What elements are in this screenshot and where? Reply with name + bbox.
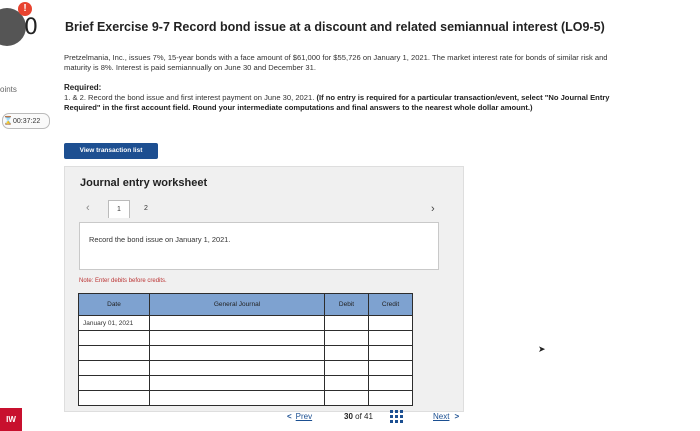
debit-cell[interactable] bbox=[324, 375, 369, 391]
table-row bbox=[78, 345, 413, 361]
worksheet-title: Journal entry worksheet bbox=[80, 177, 208, 189]
account-cell[interactable] bbox=[149, 360, 325, 376]
timer: ⌛00:37:22 bbox=[2, 113, 50, 129]
timer-value: 00:37:22 bbox=[13, 118, 41, 125]
date-cell[interactable] bbox=[78, 360, 150, 376]
date-cell[interactable] bbox=[78, 345, 150, 361]
chevron-left-icon: < bbox=[287, 412, 292, 421]
instruction-box bbox=[79, 222, 439, 270]
table-row bbox=[78, 375, 413, 391]
required-text: 1. & 2. Record the bond issue and first … bbox=[64, 93, 639, 112]
tab-2[interactable]: 2 bbox=[136, 200, 156, 217]
date-cell[interactable] bbox=[78, 390, 150, 406]
prev-button[interactable]: < Prev bbox=[287, 412, 312, 421]
col-credit: Credit bbox=[368, 293, 413, 316]
col-date: Date bbox=[78, 293, 150, 316]
next-label: Next bbox=[433, 412, 450, 421]
account-cell[interactable] bbox=[149, 390, 325, 406]
view-transaction-list-button[interactable]: View transaction list bbox=[64, 143, 158, 159]
alert-icon: ! bbox=[18, 2, 32, 16]
chevron-left-icon[interactable]: ‹ bbox=[86, 202, 90, 214]
brand-badge: IW bbox=[0, 408, 22, 431]
credit-cell[interactable] bbox=[368, 345, 413, 361]
problem-intro: Pretzelmania, Inc., issues 7%, 15-year b… bbox=[64, 53, 608, 72]
journal-table: Date General Journal Debit Credit Januar… bbox=[78, 293, 413, 406]
chevron-right-icon: > bbox=[454, 412, 460, 421]
left-rail bbox=[0, 0, 50, 431]
account-cell[interactable] bbox=[149, 330, 325, 346]
credit-cell[interactable] bbox=[368, 360, 413, 376]
required-plain: 1. & 2. Record the bond issue and first … bbox=[64, 93, 315, 102]
score-value: 0 bbox=[24, 15, 38, 40]
current-page: 30 bbox=[344, 412, 353, 421]
mouse-cursor-icon: ➤ bbox=[538, 344, 546, 354]
points-label: oints bbox=[0, 85, 17, 94]
page-title: Brief Exercise 9-7 Record bond issue at … bbox=[65, 20, 605, 34]
account-cell[interactable] bbox=[149, 375, 325, 391]
instruction-text: Record the bond issue on January 1, 2021… bbox=[89, 235, 231, 244]
table-row bbox=[78, 360, 413, 376]
chevron-right-icon[interactable]: › bbox=[431, 203, 435, 215]
required-heading: Required: bbox=[64, 83, 102, 92]
prev-label: Prev bbox=[295, 412, 313, 421]
note-text: Note: Enter debits before credits. bbox=[79, 278, 167, 284]
credit-cell[interactable] bbox=[368, 330, 413, 346]
of-word: of bbox=[355, 412, 362, 421]
date-cell[interactable] bbox=[78, 375, 150, 391]
table-row: January 01, 2021 bbox=[78, 315, 413, 331]
page-indicator: 30 of 41 bbox=[344, 412, 373, 421]
date-cell[interactable] bbox=[78, 330, 150, 346]
debit-cell[interactable] bbox=[324, 315, 369, 331]
total-pages: 41 bbox=[364, 412, 373, 421]
col-debit: Debit bbox=[324, 293, 369, 316]
debit-cell[interactable] bbox=[324, 345, 369, 361]
credit-cell[interactable] bbox=[368, 390, 413, 406]
debit-cell[interactable] bbox=[324, 330, 369, 346]
date-cell[interactable]: January 01, 2021 bbox=[78, 315, 150, 331]
table-row bbox=[78, 390, 413, 406]
next-button[interactable]: Next > bbox=[433, 412, 459, 421]
grid-icon[interactable] bbox=[390, 410, 403, 423]
debit-cell[interactable] bbox=[324, 390, 369, 406]
credit-cell[interactable] bbox=[368, 315, 413, 331]
account-cell[interactable] bbox=[149, 345, 325, 361]
account-cell[interactable] bbox=[149, 315, 325, 331]
tab-1[interactable]: 1 bbox=[108, 200, 130, 218]
hourglass-icon: ⌛ bbox=[3, 116, 13, 125]
table-row bbox=[78, 330, 413, 346]
col-general-journal: General Journal bbox=[149, 293, 325, 316]
debit-cell[interactable] bbox=[324, 360, 369, 376]
credit-cell[interactable] bbox=[368, 375, 413, 391]
